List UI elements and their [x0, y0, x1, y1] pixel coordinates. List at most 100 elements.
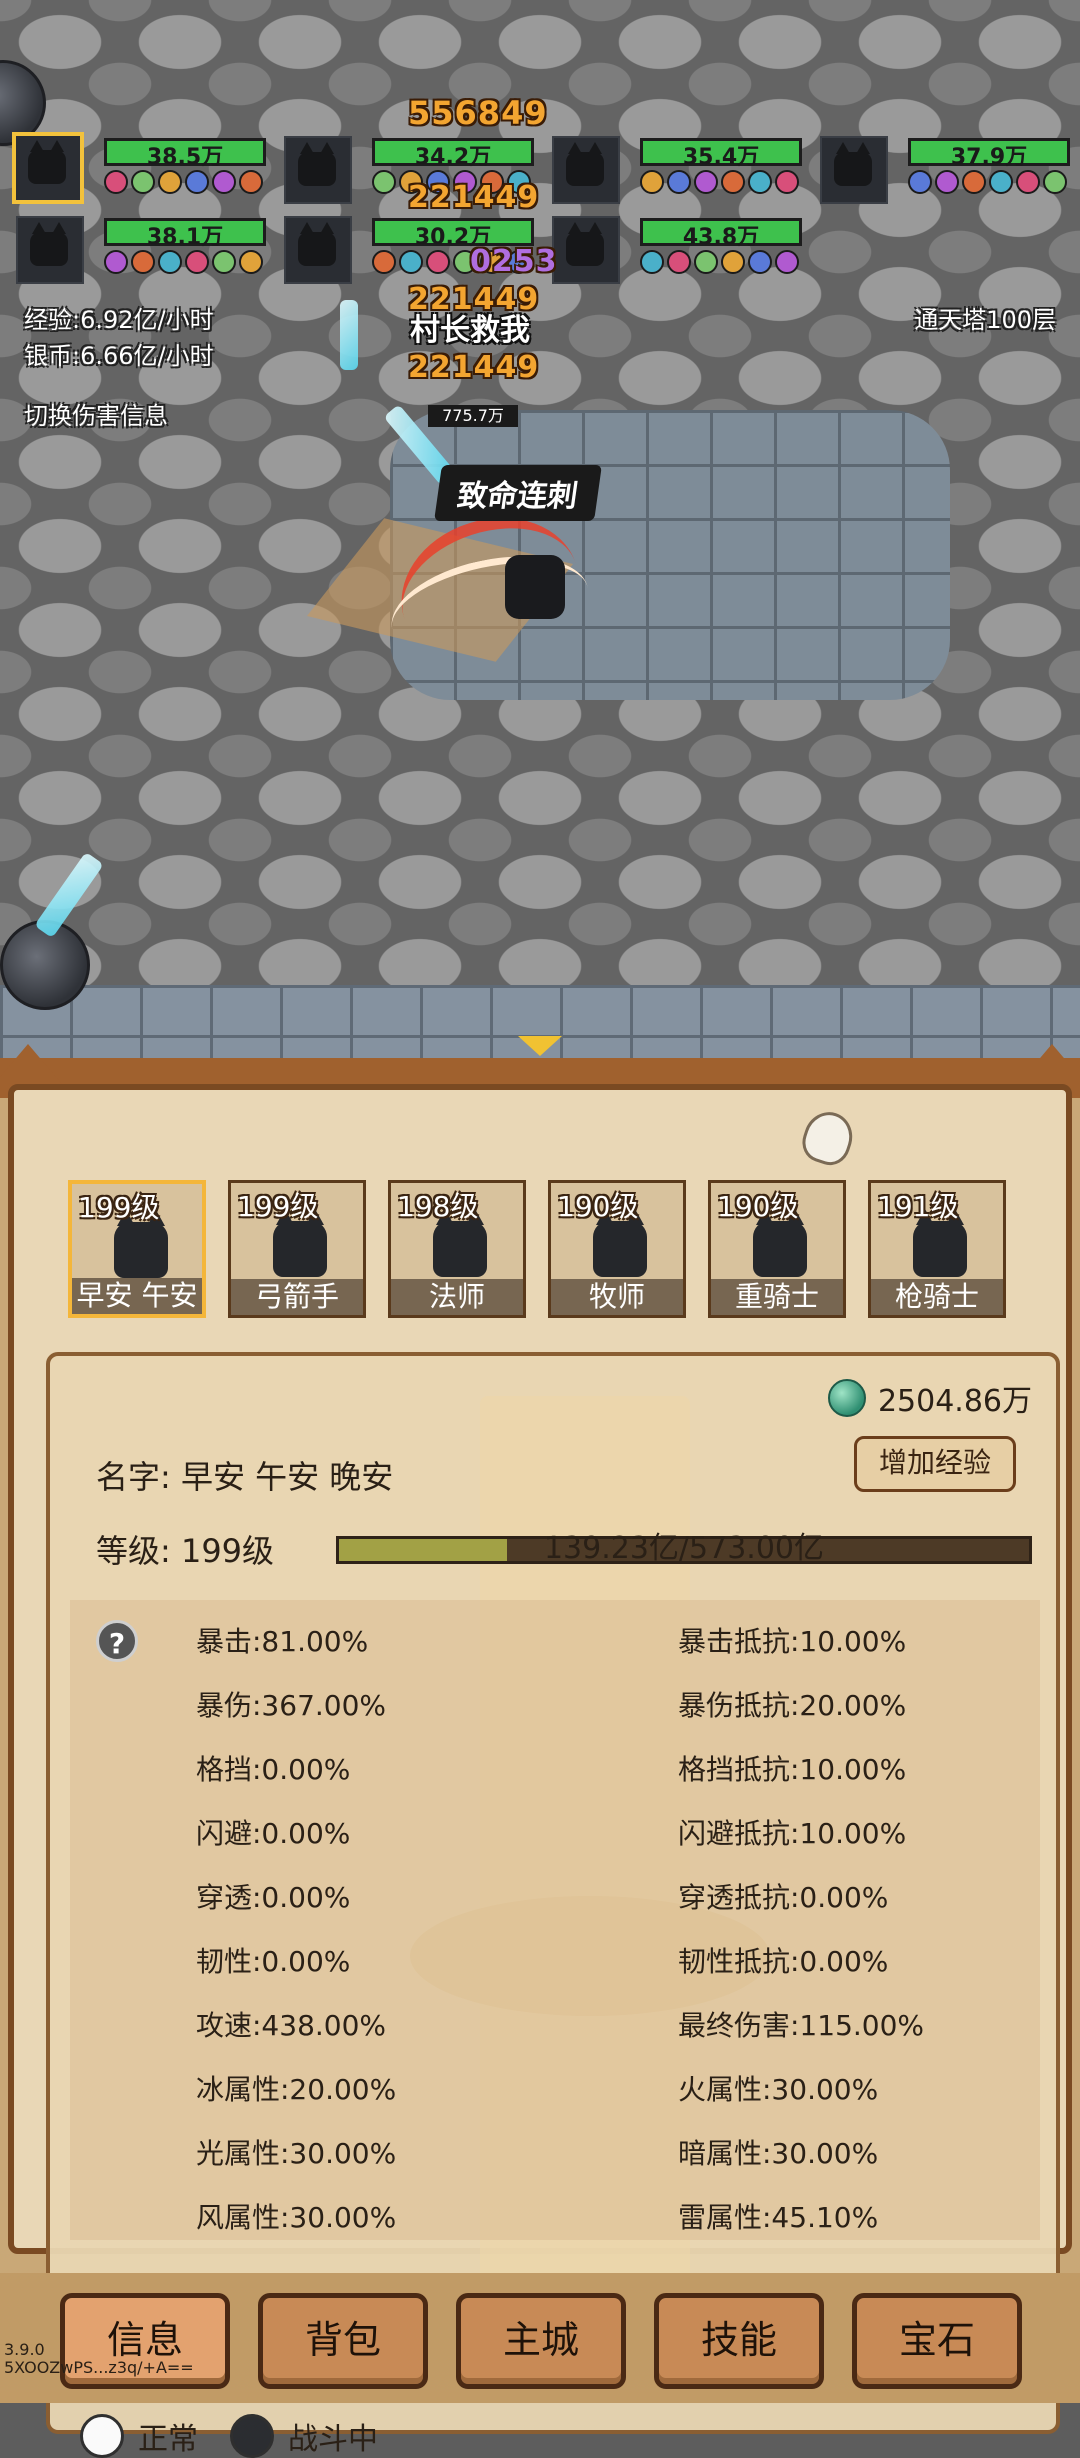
stat-right: 暴伤抵抗:20.00%	[678, 1689, 907, 1722]
battle-scene: 38.5万 34.2万 35.4万 37.9万 38.1万 30.2万 43.8万 经验:6…	[0, 0, 1080, 1080]
team-member[interactable]: 35.4万	[552, 136, 812, 216]
hero-info-panel: 199级 早安 午安 199级 弓箭手 198级 法师 190级 牧师 190级 重骑士 191级枪…	[0, 1044, 1080, 2458]
stat-left: 攻速:438.00%	[196, 2009, 387, 2042]
gem-icon	[827, 1379, 866, 1417]
skill-icon	[935, 170, 959, 194]
team-member-portrait[interactable]	[820, 136, 888, 204]
hp-value: 38.5万	[146, 145, 224, 170]
team-member[interactable]: 43.8万	[552, 216, 812, 296]
skill-icons	[908, 170, 1067, 196]
hp-bar: 30.2万	[372, 218, 534, 250]
hero-tab-level: 190级	[557, 1190, 639, 1223]
nav-bag-button[interactable]: 背包	[258, 2293, 428, 2389]
boss-name: 村长救我	[410, 313, 530, 348]
team-member-portrait[interactable]	[16, 216, 84, 284]
cat-avatar-icon	[28, 140, 66, 184]
hero-tab[interactable]: 191级 枪骑士	[868, 1180, 1006, 1318]
team-member[interactable]: 37.9万	[820, 136, 1080, 216]
hero-cat-icon	[753, 1209, 807, 1277]
stat-left: 光属性:30.00%	[196, 2137, 397, 2170]
hp-value: 43.8万	[682, 225, 760, 250]
skill-icon	[104, 170, 128, 194]
damage-number: 221449	[408, 180, 540, 215]
stat-left: 穿透:0.00%	[196, 1881, 351, 1914]
team-member-portrait[interactable]	[284, 136, 352, 204]
team-member[interactable]: 38.1万	[16, 216, 276, 296]
skill-icon	[1016, 170, 1040, 194]
stat-right: 雷属性:45.10%	[678, 2201, 879, 2234]
damage-number: 0253	[470, 244, 558, 279]
ice-shard	[340, 300, 358, 370]
stat-right: 最终伤害:115.00%	[678, 2009, 925, 2042]
skill-icon	[158, 170, 182, 194]
hero-tab-level: 191级	[877, 1190, 959, 1223]
hp-bar: 38.1万	[104, 218, 266, 250]
version-code: 5XOOZwPS...z3q/+A==	[4, 2358, 194, 2377]
team-member[interactable]: 38.5万	[12, 132, 276, 216]
team-member-portrait[interactable]	[552, 216, 620, 284]
stat-right: 穿透抵抗:0.00%	[678, 1881, 889, 1914]
hero-tab[interactable]: 190级 重骑士	[708, 1180, 846, 1318]
damage-number: 556849	[408, 94, 548, 132]
hero-cat-icon	[913, 1209, 967, 1277]
hp-value: 34.2万	[414, 145, 492, 170]
add-exp-button[interactable]: 增加经验	[854, 1436, 1016, 1492]
hero-sprite	[505, 555, 565, 619]
skill-icons	[104, 250, 263, 276]
version-number: 3.9.0	[4, 2340, 45, 2359]
skill-icon	[104, 250, 128, 274]
skill-icons	[640, 170, 799, 196]
skill-icon	[989, 170, 1013, 194]
hero-tab-level: 198级	[397, 1190, 479, 1223]
skill-icon	[667, 250, 691, 274]
hero-tab[interactable]: 199级 早安 午安	[68, 1180, 206, 1318]
stat-left: 格挡:0.00%	[196, 1753, 351, 1786]
hero-cat-icon	[114, 1210, 168, 1278]
nav-city-button[interactable]: 主城	[456, 2293, 626, 2389]
team-member-portrait[interactable]	[284, 216, 352, 284]
skill-icon	[640, 250, 664, 274]
nav-gem-button[interactable]: 宝石	[852, 2293, 1022, 2389]
cat-avatar-icon	[566, 142, 604, 186]
hero-cat-icon	[433, 1209, 487, 1277]
skill-icon	[748, 250, 772, 274]
gem-balance: 2504.86万	[827, 1376, 1032, 1420]
skill-icon	[775, 170, 799, 194]
team-member-portrait[interactable]	[552, 136, 620, 204]
nav-skill-button[interactable]: 技能	[654, 2293, 824, 2389]
hero-tab-class: 法师	[391, 1279, 523, 1315]
stat-left: 暴击:81.00%	[196, 1625, 369, 1658]
skill-icon	[239, 170, 263, 194]
boss-hp-label: 775.7万	[428, 405, 518, 427]
hero-tab[interactable]: 198级法师	[388, 1180, 526, 1318]
panel-frame: 199级 早安 午安 199级 弓箭手 198级 法师 190级 牧师 190级 重骑士 191级枪…	[8, 1084, 1072, 2458]
stats-grid: ? 暴击:81.00% 暴击抵抗:10.00% 暴伤:367.00% 暴伤抵抗:20.…	[70, 1600, 1040, 2240]
silver-rate-text: 银币:6.66亿/小时	[24, 342, 214, 370]
hero-tab[interactable]: 199级 弓箭手	[228, 1180, 366, 1318]
hero-level: 等级: 199级	[96, 1532, 275, 1570]
skill-icon	[372, 250, 396, 274]
skill-icon	[372, 170, 396, 194]
stat-right: 火属性:30.00%	[678, 2073, 879, 2106]
normal-status-label: 正常	[138, 2422, 198, 2457]
stat-left: 冰属性:20.00%	[196, 2073, 397, 2106]
team-member-portrait[interactable]	[12, 132, 84, 204]
skill-icon	[694, 250, 718, 274]
stat-right: 闪避抵抗:10.00%	[678, 1817, 907, 1850]
hero-tab[interactable]: 190级 牧师	[548, 1180, 686, 1318]
skill-icon	[212, 170, 236, 194]
stat-right: 韧性抵抗:0.00%	[678, 1945, 889, 1978]
tower-floor-text: 通天塔100层	[914, 306, 1056, 334]
collapse-panel-arrow-icon[interactable]	[518, 1036, 562, 1056]
skill-icon	[640, 170, 664, 194]
hero-name: 名字: 早安 午安 晚安	[96, 1458, 394, 1496]
status-legend: 正常 战斗中	[80, 2414, 378, 2458]
skill-icon	[908, 170, 932, 194]
stat-right: 暗属性:30.00%	[678, 2137, 879, 2170]
cat-avatar-icon	[298, 142, 336, 186]
skill-icons	[640, 250, 799, 276]
help-icon[interactable]: ?	[96, 1620, 138, 1662]
toggle-damage-info-button[interactable]: 切换伤害信息	[24, 396, 168, 431]
hp-bar: 43.8万	[640, 218, 802, 250]
hp-bar: 37.9万	[908, 138, 1070, 170]
